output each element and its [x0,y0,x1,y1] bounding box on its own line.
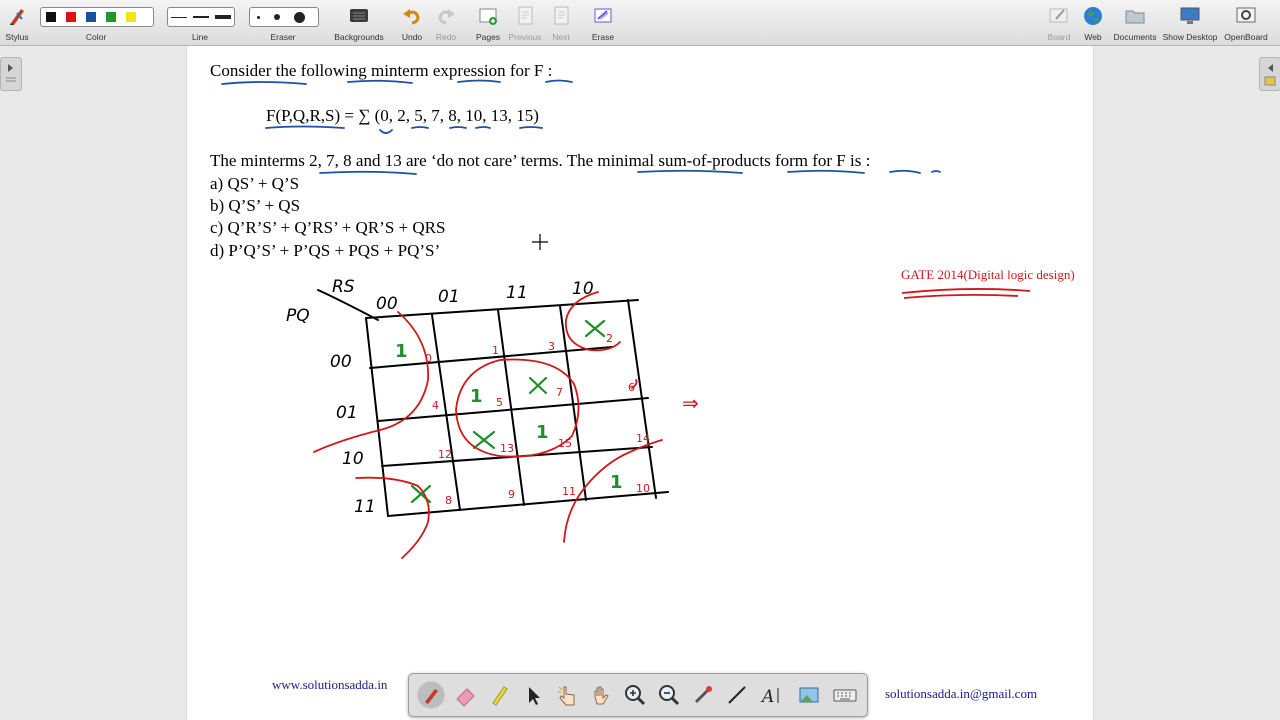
kmap-one-cell-10: 1 [610,472,623,493]
hand-tool-button[interactable] [587,681,615,709]
dont-care-mark-2 [584,319,606,338]
capture-tool-button[interactable] [795,681,823,709]
laser-pointer-icon [694,686,712,704]
kmap-one-cell-0: 1 [395,341,408,362]
kmap-rs-label: RS [332,277,355,297]
zoom-in-button[interactable] [621,681,649,709]
cell-number-14: 14 [636,432,650,445]
svg-text:A: A [760,687,774,707]
tool-dock: A [408,673,868,717]
kmap-one-cell-5: 1 [470,386,483,407]
laser-pointer-button[interactable] [689,681,717,709]
group-corner-top-left [313,311,429,453]
kmap-col-11: 11 [506,283,528,303]
dont-care-mark-7 [528,376,548,395]
cell-number-9: 9 [508,488,515,501]
kmap-row-11: 11 [354,497,376,517]
highlighter-icon [492,686,508,706]
capture-icon [799,687,819,703]
kmap-pq-label: PQ [286,306,310,326]
dont-care-mark-13 [472,430,496,450]
website-link[interactable]: www.solutionsadda.in [272,677,387,693]
keyboard-icon [833,689,857,702]
cell-number-2: 2 [606,332,613,345]
cell-number-8: 8 [445,494,452,507]
highlighter-tool-button[interactable] [485,681,513,709]
hand-icon [594,686,609,705]
cell-number-3: 3 [548,340,555,353]
hand-pointer-icon [558,686,575,706]
selector-tool-button[interactable] [519,681,547,709]
cell-number-7: 7 [556,386,563,399]
kmap-dont-cares [410,319,606,504]
kmap-col-00: 00 [376,294,398,314]
zoom-out-button[interactable] [655,681,683,709]
cell-number-5: 5 [496,396,503,409]
text-tool-button[interactable]: A [757,681,785,709]
handwriting-layer: PQ RS 00 01 11 10 00 01 10 11 0 1 3 2 4 … [221,79,1031,559]
cell-number-12: 12 [438,448,452,461]
kmap-col-10: 10 [572,279,594,299]
line-tool-button[interactable] [723,681,751,709]
blue-underlines [221,79,941,175]
text-icon: A [760,687,779,707]
gate-note-underline [901,288,1031,299]
cell-number-11: 11 [562,485,576,498]
email-link[interactable]: solutionsadda.in@gmail.com [885,686,1037,702]
cell-number-13: 13 [500,442,514,455]
kmap-row-10: 10 [342,449,364,469]
line-icon [728,686,746,704]
zoom-in-icon [625,685,646,706]
kmap-one-cell-15: 1 [536,422,549,443]
play-tool-button[interactable] [553,681,581,709]
kmap-row-01: 01 [336,403,358,423]
pen-icon [418,682,444,708]
cell-number-4: 4 [432,399,439,412]
crosshair-cursor-icon [532,234,548,250]
zoom-out-icon [659,685,680,706]
cell-number-1: 1 [492,344,499,357]
group-corner-bottom-left [355,476,430,559]
implies-arrow: ⇒ [682,391,699,415]
pointer-arrow-icon [529,687,540,705]
pen-tool-button[interactable] [417,681,445,709]
cell-number-10: 10 [636,482,650,495]
eraser-tool-button[interactable] [451,681,479,709]
eraser-icon [456,688,475,707]
kmap-row-00: 00 [330,352,352,372]
virtual-keyboard-button[interactable] [831,681,859,709]
kmap-col-01: 01 [438,287,460,307]
